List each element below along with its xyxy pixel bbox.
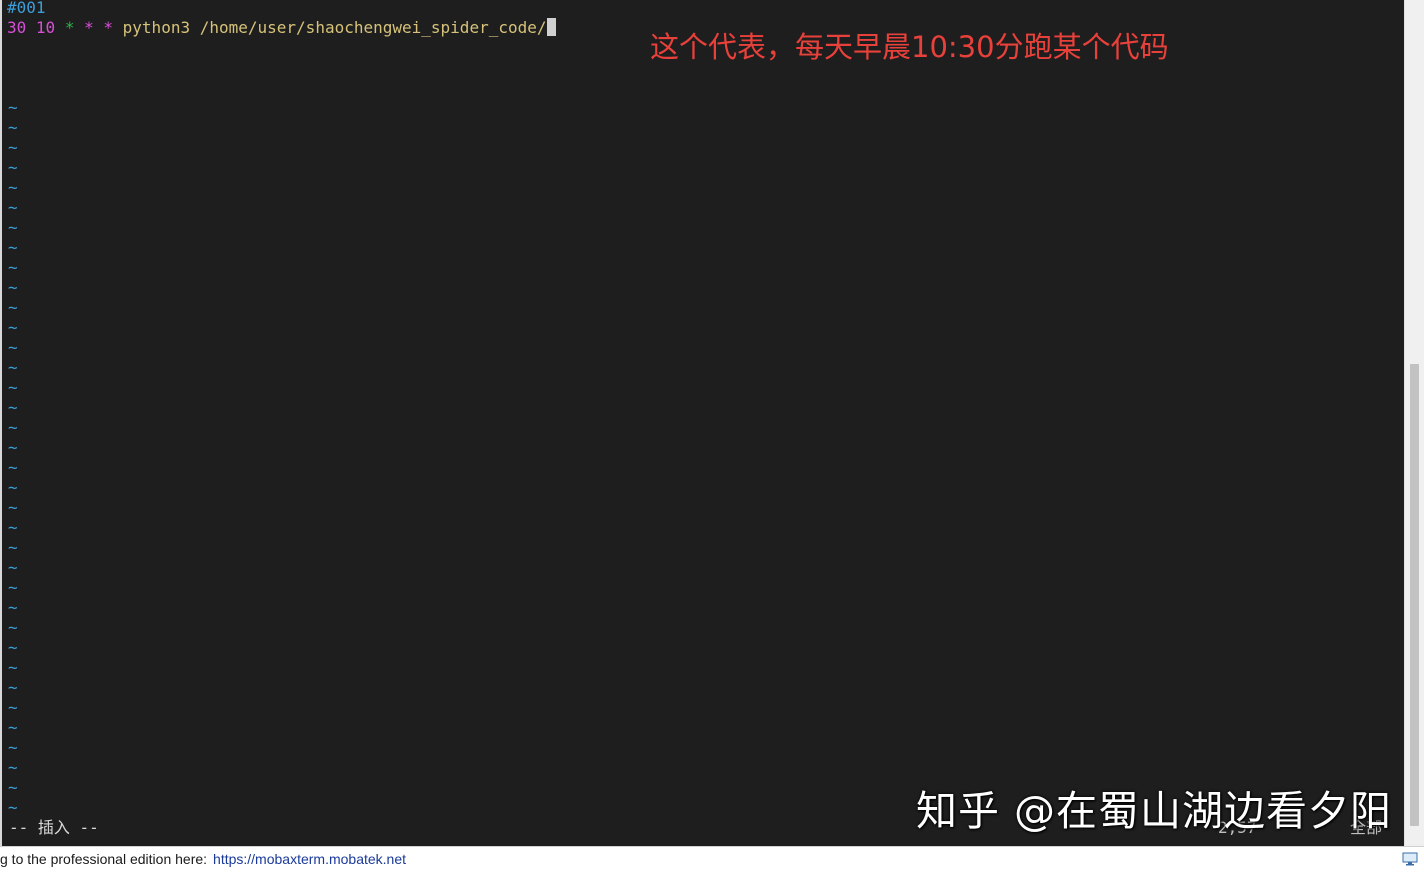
status-upgrade-text: g to the professional edition here:	[0, 851, 208, 867]
mode-indicator: -- 插入 --	[9, 818, 99, 837]
empty-line-tilde: ~	[8, 798, 18, 817]
empty-line-tilde: ~	[8, 458, 18, 477]
empty-line-tilde: ~	[8, 738, 18, 757]
empty-line-tilde: ~	[8, 558, 18, 577]
empty-line-tilde: ~	[8, 338, 18, 357]
mobaxterm-link[interactable]: https://mobaxterm.mobatek.net	[213, 851, 406, 867]
cron-month: *	[84, 18, 94, 37]
empty-line-tilde: ~	[8, 478, 18, 497]
cron-day: *	[64, 18, 75, 37]
annotation-text: 这个代表，每天早晨10:30分跑某个代码	[650, 30, 1169, 64]
empty-line-tilde: ~	[8, 418, 18, 437]
cron-minute: 30	[7, 18, 27, 37]
scrollbar-thumb[interactable]	[1410, 364, 1419, 826]
empty-line-tilde: ~	[8, 158, 18, 177]
empty-line-tilde: ~	[8, 238, 18, 257]
cron-command: python3 /home/user/shaochengwei_spider_c…	[122, 18, 547, 37]
empty-line-tilde: ~	[8, 778, 18, 797]
empty-line-tilde: ~	[8, 698, 18, 717]
empty-line-tilde: ~	[8, 758, 18, 777]
empty-line-tilde: ~	[8, 178, 18, 197]
comment-line: #001	[7, 0, 46, 17]
status-bar: g to the professional edition here: https…	[0, 846, 1424, 872]
empty-line-tilde: ~	[8, 538, 18, 557]
cron-hour: 10	[35, 18, 56, 37]
vim-terminal[interactable]: #001 30 10 * * * python3 /home/user/shao…	[0, 0, 1404, 846]
empty-line-tilde: ~	[8, 498, 18, 517]
empty-line-tilde: ~	[8, 98, 18, 117]
empty-line-tilde: ~	[8, 378, 18, 397]
text-cursor	[546, 18, 556, 36]
empty-line-tilde: ~	[8, 638, 18, 657]
vertical-scrollbar[interactable]	[1404, 0, 1424, 846]
empty-line-tilde: ~	[8, 218, 18, 237]
empty-line-tilde: ~	[8, 518, 18, 537]
monitor-icon[interactable]	[1402, 852, 1418, 866]
empty-line-tilde: ~	[8, 598, 18, 617]
zhihu-watermark: 知乎 @在蜀山湖边看夕阳	[916, 787, 1393, 835]
empty-line-tilde: ~	[8, 658, 18, 677]
empty-line-tilde: ~	[8, 138, 18, 157]
empty-line-tilde: ~	[8, 358, 18, 377]
empty-line-tilde: ~	[8, 678, 18, 697]
empty-line-tilde: ~	[8, 278, 18, 297]
empty-line-tilde: ~	[8, 718, 18, 737]
empty-line-tilde: ~	[8, 118, 18, 137]
empty-line-tilde: ~	[8, 258, 18, 277]
mobaxterm-window: #001 30 10 * * * python3 /home/user/shao…	[0, 0, 1424, 872]
empty-line-tilde: ~	[8, 298, 18, 317]
status-message: g to the professional edition here: https…	[0, 847, 406, 871]
empty-line-tilde: ~	[8, 578, 18, 597]
empty-line-tilde: ~	[8, 438, 18, 457]
empty-line-tilde: ~	[8, 618, 18, 637]
empty-line-tilde: ~	[8, 198, 18, 217]
cron-weekday: *	[103, 18, 114, 37]
empty-line-tilde: ~	[8, 318, 18, 337]
crontab-line[interactable]: 30 10 * * * python3 /home/user/shaocheng…	[7, 18, 556, 38]
empty-line-tilde: ~	[8, 398, 18, 417]
